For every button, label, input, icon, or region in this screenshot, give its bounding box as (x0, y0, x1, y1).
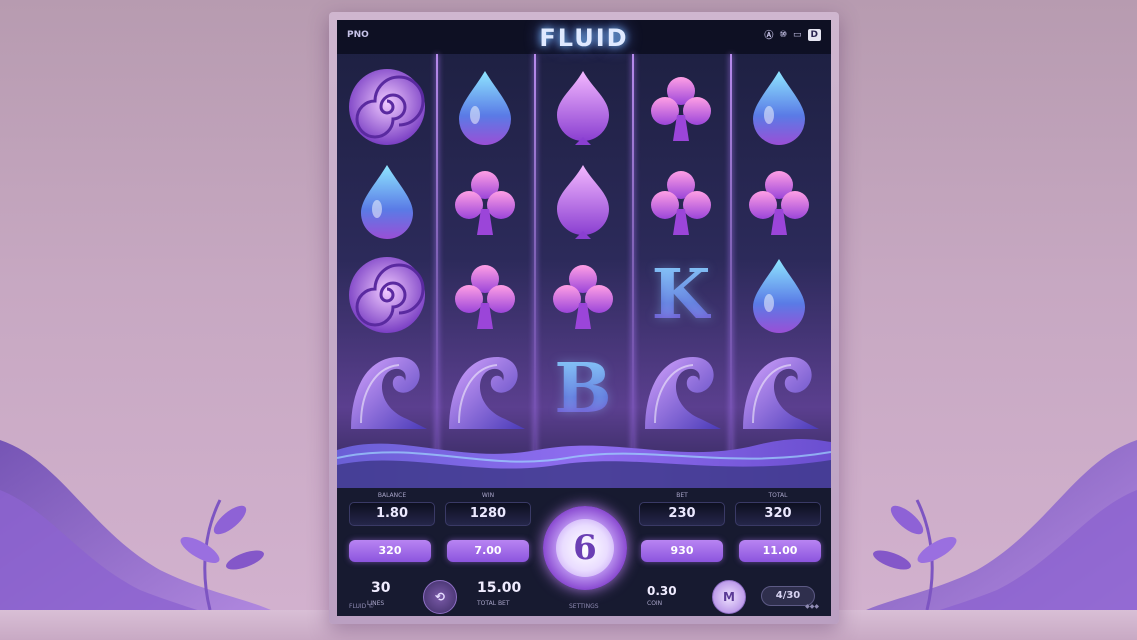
info-icon[interactable]: ⑩ (779, 30, 787, 40)
bet-box: BET 230 (639, 492, 725, 532)
sound-icon[interactable]: Ⓐ (764, 28, 773, 41)
bet-option-button[interactable]: 320 (349, 540, 431, 562)
total-bet-label: TOTAL BET (477, 600, 510, 607)
balance-label: BALANCE (377, 492, 407, 499)
reel-divider (730, 54, 732, 474)
coin-label: COIN (647, 600, 663, 607)
coin-value: 0.30 (647, 584, 677, 598)
reel-divider (436, 54, 438, 474)
drop-icon (342, 156, 432, 246)
game-title: FLUID (539, 24, 629, 52)
swirl-icon (342, 62, 432, 152)
purple-wave-decoration-left (0, 440, 290, 640)
club-icon (636, 62, 726, 152)
footer-left-text: FLUID © (349, 603, 375, 610)
drop-purple-icon (538, 156, 628, 246)
purple-wave-decoration-right (847, 440, 1137, 640)
drop-purple-icon (538, 62, 628, 152)
total-label: TOTAL (768, 492, 788, 499)
letter-symbol-text: K (651, 255, 711, 335)
menu-icon[interactable]: ▭ (793, 30, 802, 40)
spin-button[interactable]: 6 (543, 506, 627, 590)
club-icon (440, 250, 530, 340)
top-bar: PNO FLUID Ⓐ ⑩ ▭ D (337, 20, 831, 54)
lines-value: 30 (371, 580, 391, 596)
footer-settings-link[interactable]: SETTINGS (569, 603, 599, 610)
bet-option-button[interactable]: 930 (641, 540, 723, 562)
top-icons: Ⓐ ⑩ ▭ D (764, 28, 821, 41)
drop-icon (734, 250, 824, 340)
reel-divider (632, 54, 634, 474)
letter-symbol-k: K (636, 250, 726, 340)
total-bet-value: 15.00 (477, 580, 522, 596)
settings-icon[interactable]: D (807, 28, 821, 41)
drop-icon (734, 62, 824, 152)
slot-screen: PNO FLUID Ⓐ ⑩ ▭ D KB BALANCE 1.80 WIN 12… (337, 20, 831, 616)
club-icon (636, 156, 726, 246)
total-value: 320 (735, 502, 821, 526)
max-bet-button[interactable]: M (712, 580, 746, 614)
drop-icon (440, 62, 530, 152)
swirl-icon (342, 250, 432, 340)
club-icon (538, 250, 628, 340)
autoplay-button[interactable]: ⟲ (423, 580, 457, 614)
bet-value: 230 (639, 502, 725, 526)
balance-box: BALANCE 1.80 (349, 492, 435, 532)
control-panel: BALANCE 1.80 WIN 1280 BET 230 TOTAL 320 … (337, 488, 831, 616)
win-label: WIN (481, 492, 495, 499)
bet-option-button[interactable]: 11.00 (739, 540, 821, 562)
footer-right-icons: ◆◆◆ (805, 603, 819, 610)
spin-icon: 6 (556, 519, 614, 577)
reel-divider (534, 54, 536, 474)
total-box: TOTAL 320 (735, 492, 821, 532)
balance-value: 1.80 (349, 502, 435, 526)
bet-option-button[interactable]: 7.00 (447, 540, 529, 562)
letter-symbol-text: B (554, 349, 612, 429)
bet-label: BET (676, 492, 688, 499)
win-value: 1280 (445, 502, 531, 526)
win-box: WIN 1280 (445, 492, 531, 532)
club-icon (734, 156, 824, 246)
club-icon (440, 156, 530, 246)
